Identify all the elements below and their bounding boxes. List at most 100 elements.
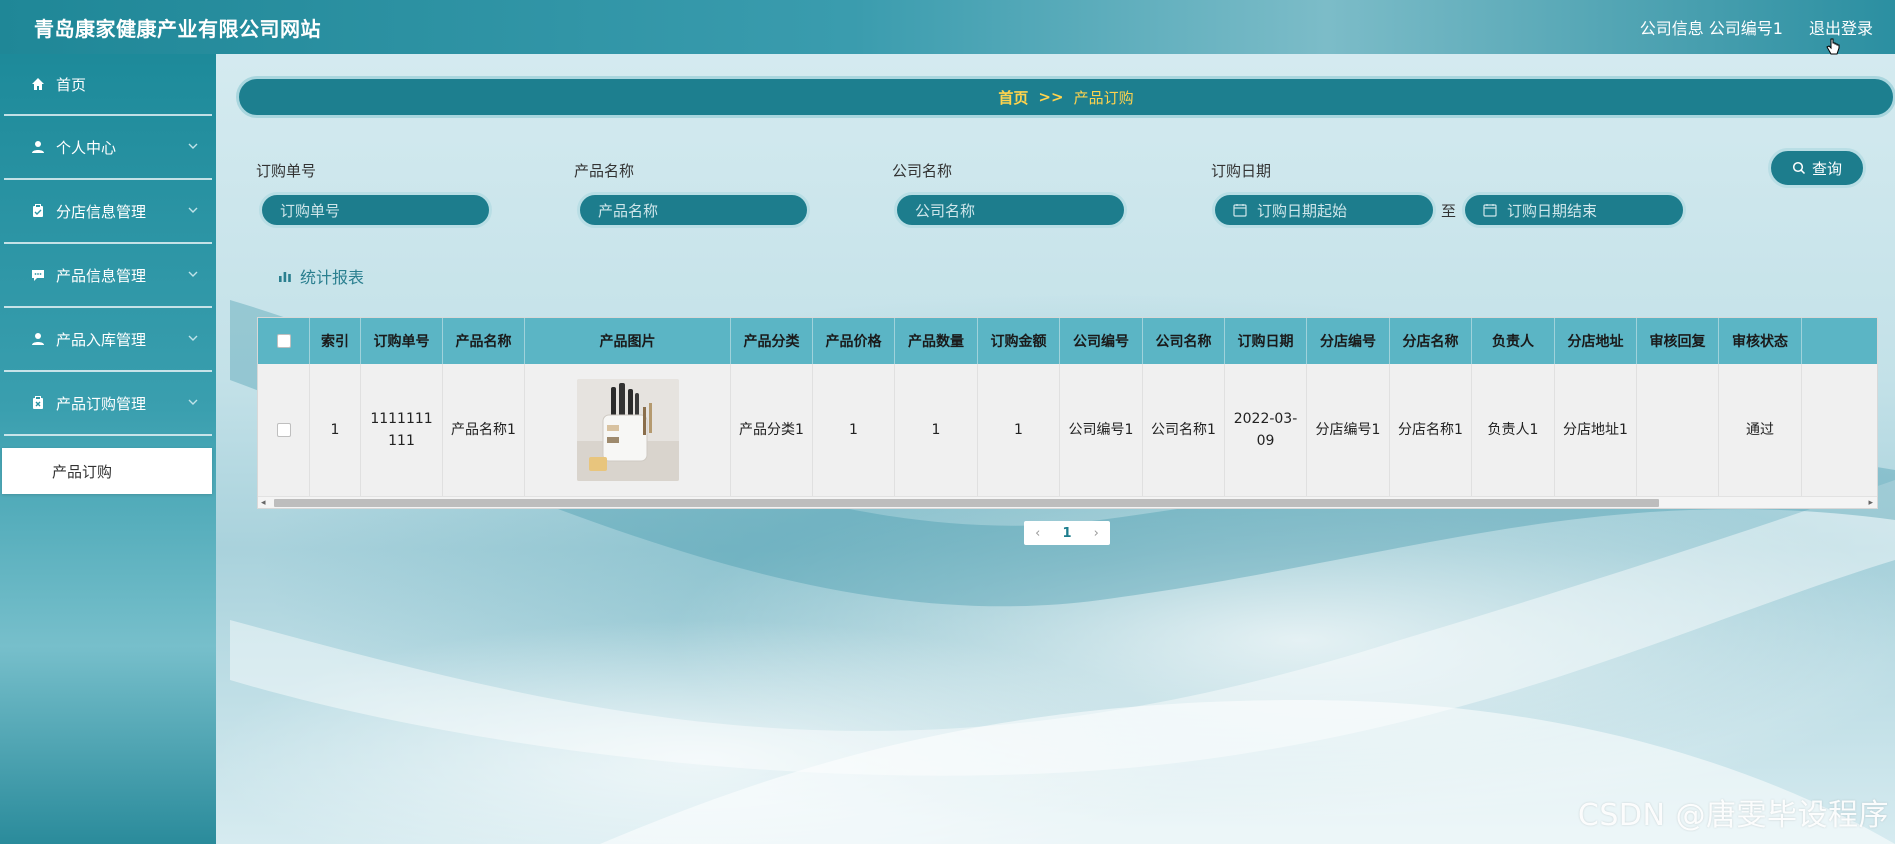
- sidebar-item-branch-management[interactable]: 分店信息管理: [4, 180, 212, 244]
- column-header[interactable]: 产品价格: [813, 318, 895, 364]
- cell-order-no: 1111111111: [361, 364, 443, 496]
- sidebar-item-label: 分店信息管理: [56, 202, 147, 221]
- query-button[interactable]: 查询: [1768, 148, 1866, 188]
- calendar-icon: [1233, 204, 1247, 217]
- chevron-down-icon: [188, 207, 198, 213]
- cell-order-date: 2022-03-09: [1225, 364, 1307, 496]
- column-header[interactable]: 负责人: [1472, 318, 1555, 364]
- column-header[interactable]: 产品名称: [443, 318, 525, 364]
- chevron-down-icon: [188, 271, 198, 277]
- order-no-label: 订购单号: [256, 162, 317, 180]
- prev-page-button[interactable]: ‹: [1035, 526, 1040, 541]
- search-icon: [1792, 161, 1806, 175]
- column-header[interactable]: 索引: [310, 318, 361, 364]
- scroll-left-arrow-icon[interactable]: ◂: [261, 498, 266, 508]
- row-select-cell: [258, 364, 310, 496]
- cell-product-category: 产品分类1: [731, 364, 813, 496]
- order-no-input[interactable]: 订购单号: [259, 192, 492, 228]
- order-table: 索引 订购单号 产品名称 产品图片 产品分类 产品价格 产品数量 订购金额 公司…: [257, 317, 1878, 509]
- order-date-end-input[interactable]: 订购日期结束: [1462, 192, 1686, 228]
- scrollbar-thumb[interactable]: [274, 499, 1659, 507]
- cell-price: 1: [813, 364, 895, 496]
- sidebar-item-label: 产品信息管理: [56, 266, 147, 285]
- cell-company-no: 公司编号1: [1060, 364, 1143, 496]
- cell-index: 1: [310, 364, 361, 496]
- table-row[interactable]: 1 1111111111 产品名称1 产品分类1 1 1 1 公司编号1 公司名…: [258, 364, 1877, 496]
- scroll-right-arrow-icon[interactable]: ▸: [1868, 498, 1873, 508]
- cell-branch-address: 分店地址1: [1555, 364, 1637, 496]
- clipboard-x-icon: [30, 395, 46, 411]
- sidebar-item-order-management[interactable]: 产品订购管理: [4, 372, 212, 436]
- chevron-down-icon: [188, 143, 198, 149]
- user-icon: [30, 139, 46, 155]
- sidebar-item-personal-center[interactable]: 个人中心: [4, 116, 212, 180]
- query-button-label: 查询: [1811, 159, 1842, 178]
- column-header[interactable]: 产品图片: [525, 318, 731, 364]
- select-all-cell: [258, 318, 310, 364]
- column-header[interactable]: 分店地址: [1555, 318, 1637, 364]
- sidebar-subitem-product-order[interactable]: 产品订购: [2, 448, 212, 494]
- company-info-link[interactable]: 公司信息 公司编号1: [1640, 15, 1783, 39]
- sidebar-item-product-management[interactable]: 产品信息管理: [4, 244, 212, 308]
- cell-branch-name: 分店名称1: [1390, 364, 1472, 496]
- horizontal-scrollbar[interactable]: ◂ ▸: [258, 496, 1877, 508]
- column-header[interactable]: 审核回复: [1637, 318, 1719, 364]
- column-header[interactable]: 订购日期: [1225, 318, 1307, 364]
- cell-product-name: 产品名称1: [443, 364, 525, 496]
- cell-quantity: 1: [895, 364, 978, 496]
- cell-amount: 1: [978, 364, 1060, 496]
- bar-chart-icon: [279, 272, 291, 282]
- cell-spacer: [1802, 364, 1873, 496]
- order-date-label: 订购日期: [1211, 162, 1272, 180]
- column-header[interactable]: 产品数量: [895, 318, 978, 364]
- next-page-button[interactable]: ›: [1094, 526, 1099, 541]
- cell-manager: 负责人1: [1472, 364, 1555, 496]
- select-all-checkbox[interactable]: [276, 334, 291, 348]
- cell-product-image: [525, 364, 731, 496]
- hand-cursor-icon: [1826, 38, 1840, 55]
- product-name-input[interactable]: 产品名称: [577, 192, 810, 228]
- order-date-start-input[interactable]: 订购日期起始: [1212, 192, 1436, 228]
- product-name-label: 产品名称: [574, 162, 635, 180]
- cell-review-reply: [1637, 364, 1719, 496]
- sidebar-item-label: 个人中心: [56, 138, 117, 157]
- cell-review-status: 通过: [1719, 364, 1802, 496]
- date-end-placeholder: 订购日期结束: [1507, 201, 1598, 220]
- sidebar: 首页 个人中心 分店信息管理 产品信息管理 产品入库管理 产品订购管理 产品订购: [0, 54, 216, 844]
- page-number-1[interactable]: 1: [1062, 526, 1071, 541]
- product-thumbnail[interactable]: [576, 379, 679, 481]
- breadcrumb-separator: >>: [1038, 88, 1064, 106]
- chevron-down-icon: [188, 335, 198, 341]
- column-header[interactable]: 公司名称: [1143, 318, 1225, 364]
- logout-link[interactable]: 退出登录: [1809, 15, 1873, 39]
- breadcrumb-home[interactable]: 首页: [998, 87, 1028, 108]
- column-header[interactable]: 分店编号: [1307, 318, 1390, 364]
- sidebar-item-home[interactable]: 首页: [4, 54, 212, 116]
- site-title: 青岛康家健康产业有限公司网站: [34, 16, 321, 41]
- cell-branch-no: 分店编号1: [1307, 364, 1390, 496]
- sidebar-item-label: 产品入库管理: [56, 330, 147, 349]
- column-header[interactable]: 分店名称: [1390, 318, 1472, 364]
- sidebar-item-label: 首页: [56, 75, 87, 94]
- company-name-input[interactable]: 公司名称: [894, 192, 1127, 228]
- row-checkbox[interactable]: [276, 423, 291, 437]
- top-header: 青岛康家健康产业有限公司网站 公司信息 公司编号1 退出登录: [0, 0, 1895, 54]
- statistics-report-link[interactable]: 统计报表: [278, 264, 364, 288]
- chevron-down-icon: [188, 399, 198, 405]
- breadcrumb-current: 产品订购: [1073, 88, 1134, 107]
- company-name-label: 公司名称: [892, 162, 953, 180]
- sidebar-item-label: 产品订购管理: [56, 394, 147, 413]
- column-header[interactable]: 产品分类: [731, 318, 813, 364]
- user-icon: [30, 331, 46, 347]
- clipboard-icon: [30, 203, 46, 219]
- column-header[interactable]: 审核状态: [1719, 318, 1802, 364]
- column-header[interactable]: 公司编号: [1060, 318, 1143, 364]
- calendar-icon: [1483, 204, 1497, 217]
- watermark: CSDN @唐雯毕设程序: [1577, 798, 1889, 833]
- column-header[interactable]: 订购金额: [978, 318, 1060, 364]
- cell-company-name: 公司名称1: [1143, 364, 1225, 496]
- date-start-placeholder: 订购日期起始: [1257, 201, 1348, 220]
- knife-holder-image: [576, 379, 679, 481]
- column-header[interactable]: 订购单号: [361, 318, 443, 364]
- sidebar-item-stock-in-management[interactable]: 产品入库管理: [4, 308, 212, 372]
